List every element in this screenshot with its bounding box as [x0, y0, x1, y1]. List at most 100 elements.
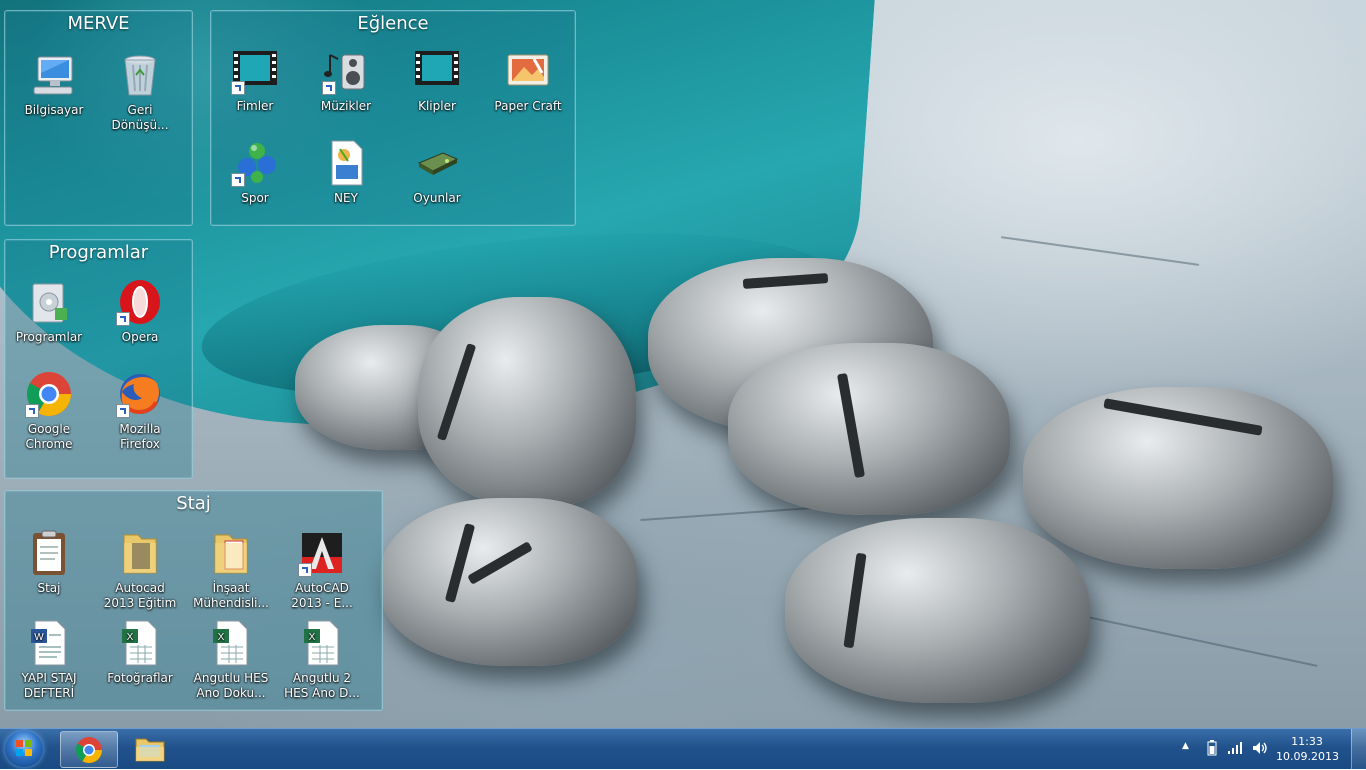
music-speaker-icon	[322, 47, 370, 95]
taskbar: ▲ 11:33 10.09.2013	[0, 728, 1366, 769]
desktop-icon-klipler[interactable]: Klipler	[397, 47, 477, 114]
start-button[interactable]	[5, 731, 43, 767]
svg-text:X: X	[309, 632, 316, 643]
shortcut-arrow-icon	[116, 312, 130, 326]
desktop-icon-autocad-2013[interactable]: AutoCAD 2013 - E...	[282, 529, 362, 611]
wallpaper-crack	[1082, 615, 1318, 667]
desktop-icon-label: Autocad 2013 Eğitim	[103, 581, 177, 610]
folder-icon	[116, 529, 164, 577]
desktop-icon-insaat[interactable]: İnşaat Mühendisli...	[191, 529, 271, 611]
excel-document-icon: X	[298, 619, 346, 667]
shortcut-arrow-icon	[116, 404, 130, 418]
volume-icon[interactable]	[1252, 740, 1268, 759]
desktop-icon-spor[interactable]: Spor	[215, 139, 295, 206]
media-file-icon	[322, 139, 370, 187]
molecule-icon	[231, 139, 279, 187]
desktop-icon-label: Opera	[121, 330, 159, 344]
chrome-icon	[75, 737, 103, 764]
fence-eglence[interactable]: Eğlence Fimler Müzikler Klipler Paper Cr…	[210, 10, 576, 226]
desktop-icon-label: Mozilla Firefox	[119, 422, 161, 451]
network-signal-icon[interactable]	[1228, 741, 1244, 758]
desktop-icon-label: Fimler	[236, 99, 274, 113]
shortcut-arrow-icon	[231, 173, 245, 187]
word-document-icon: W	[25, 619, 73, 667]
paper-craft-icon	[504, 47, 552, 95]
desktop-icon-recycle-bin[interactable]: Geri Dönüşü...	[100, 51, 180, 133]
recycle-bin-icon	[116, 51, 164, 99]
opera-icon	[116, 278, 164, 326]
system-clock[interactable]: 11:33 10.09.2013	[1276, 734, 1339, 764]
desktop-icon-label: Spor	[241, 191, 269, 205]
desktop-icon-yapi-staj-defteri[interactable]: W YAPI STAJ DEFTERİ	[9, 619, 89, 701]
desktop-icon-label: NEY	[334, 191, 358, 205]
film-strip-icon	[413, 47, 461, 95]
desktop-icon-muzikler[interactable]: Müzikler	[306, 47, 386, 114]
desktop-icon-angutlu-2-hes[interactable]: X Angutlu 2 HES Ano D...	[282, 619, 362, 701]
desktop-icon-autocad-egitim[interactable]: Autocad 2013 Eğitim	[100, 529, 180, 611]
desktop-icon-computer[interactable]: Bilgisayar	[14, 51, 94, 118]
fence-title: Programlar	[48, 242, 149, 263]
show-desktop-button[interactable]	[1351, 729, 1366, 769]
desktop-icon-label: Klipler	[418, 99, 456, 113]
desktop-icon-programlar[interactable]: Programlar	[9, 278, 89, 345]
excel-document-icon: X	[207, 619, 255, 667]
shortcut-arrow-icon	[322, 81, 336, 95]
desktop-icon-google-chrome[interactable]: Google Chrome	[9, 370, 89, 452]
desktop-icon-label: Angutlu HES Ano Doku...	[193, 671, 269, 700]
shortcut-arrow-icon	[231, 81, 245, 95]
rune-stone	[1023, 387, 1333, 569]
rune-stone	[380, 498, 638, 666]
shortcut-arrow-icon	[25, 404, 39, 418]
rune-stone	[728, 343, 1010, 515]
fence-staj[interactable]: Staj Staj Autocad 2013 Eğitim İnşaat Müh…	[4, 490, 383, 711]
excel-document-icon: X	[116, 619, 164, 667]
fence-programlar[interactable]: Programlar Programlar Opera Google Chrom…	[4, 239, 193, 479]
show-hidden-icons-icon[interactable]: ▲	[1182, 741, 1189, 751]
desktop-icon-label: İnşaat Mühendisli...	[193, 581, 269, 610]
desktop-icon-angutlu-hes[interactable]: X Angutlu HES Ano Doku...	[191, 619, 271, 701]
clipboard-icon	[25, 529, 73, 577]
desktop-icon-fimler[interactable]: Fimler	[215, 47, 295, 114]
wallpaper-crack	[1000, 236, 1200, 266]
desktop-icon-label: Paper Craft	[494, 99, 562, 113]
desktop-icon-ney[interactable]: NEY	[306, 139, 386, 206]
desktop-icon-label: Müzikler	[320, 99, 372, 113]
desktop-icon-label: AutoCAD 2013 - E...	[291, 581, 353, 610]
game-drive-icon	[413, 139, 461, 187]
desktop-icon-oyunlar[interactable]: Oyunlar	[397, 139, 477, 206]
desktop-icon-paper-craft[interactable]: Paper Craft	[488, 47, 568, 114]
taskbar-chrome-button[interactable]	[60, 731, 118, 768]
autocad-icon	[298, 529, 346, 577]
desktop-icon-staj[interactable]: Staj	[9, 529, 89, 596]
svg-text:X: X	[218, 632, 225, 643]
desktop-icon-mozilla-firefox[interactable]: Mozilla Firefox	[100, 370, 180, 452]
rune-stone	[418, 297, 636, 507]
desktop-icon-label: Oyunlar	[413, 191, 461, 205]
fence-title: Staj	[176, 493, 211, 514]
programs-icon	[25, 278, 73, 326]
desktop-icon-label: Programlar	[15, 330, 83, 344]
desktop-icon-label: YAPI STAJ DEFTERİ	[21, 671, 77, 700]
desktop-icon-label: Bilgisayar	[24, 103, 84, 117]
chrome-icon	[25, 370, 73, 418]
rune-stone	[785, 518, 1090, 703]
svg-text:X: X	[127, 632, 134, 643]
battery-icon[interactable]	[1207, 740, 1217, 759]
desktop-icon-label: Staj	[37, 581, 61, 595]
desktop-icon-label: Angutlu 2 HES Ano D...	[284, 671, 360, 700]
taskbar-explorer-button[interactable]	[122, 731, 178, 766]
desktop-icon-label: Geri Dönüşü...	[111, 103, 169, 132]
desktop-icon-label: Fotoğraflar	[107, 671, 173, 685]
desktop-icon-fotograflar[interactable]: X Fotoğraflar	[100, 619, 180, 686]
file-explorer-icon	[135, 738, 165, 762]
fence-merve[interactable]: MERVE Bilgisayar Geri Dönüşü...	[4, 10, 193, 226]
folder-icon	[207, 529, 255, 577]
computer-icon	[30, 51, 78, 99]
clock-date: 10.09.2013	[1276, 750, 1339, 763]
fence-title: Eğlence	[357, 13, 429, 34]
windows-start-icon	[16, 740, 32, 756]
desktop-icon-opera[interactable]: Opera	[100, 278, 180, 345]
shortcut-arrow-icon	[298, 563, 312, 577]
desktop-icon-label: Google Chrome	[25, 422, 73, 451]
film-strip-icon	[231, 47, 279, 95]
